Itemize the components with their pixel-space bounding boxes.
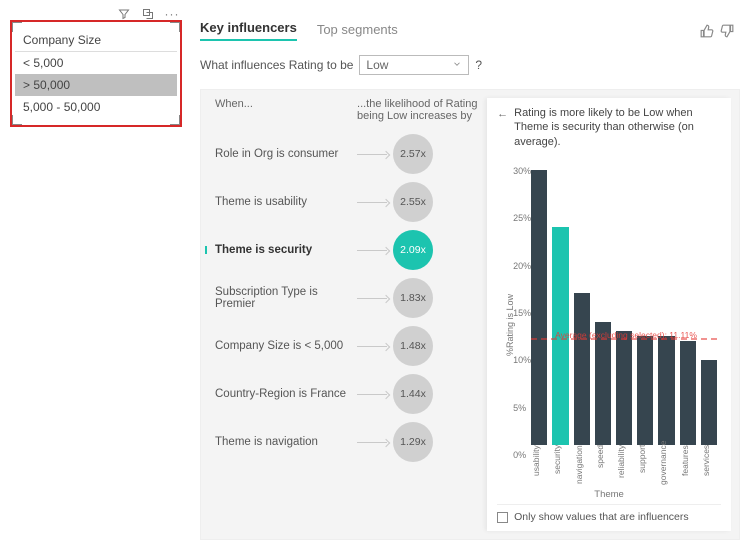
influencer-row[interactable]: Theme is security 2.09x (209, 226, 483, 274)
feedback-controls (700, 24, 734, 41)
bar[interactable] (637, 336, 653, 445)
bar[interactable] (701, 360, 717, 445)
connector-line (357, 202, 387, 203)
question-suffix: ? (475, 58, 482, 72)
y-tick: 30% (513, 166, 531, 176)
column-headers: When... ...the likelihood of Rating bein… (209, 98, 483, 122)
key-influencers-visual: Key influencers Top segments What influen… (200, 20, 740, 540)
influencer-label: Subscription Type is Premier (209, 286, 357, 310)
x-tick: speed (595, 445, 611, 487)
more-options-icon[interactable]: ··· (165, 7, 179, 21)
slicer-item[interactable]: 5,000 - 50,000 (15, 96, 177, 118)
bar[interactable] (616, 331, 632, 445)
influence-bubble: 2.57x (393, 134, 433, 174)
connector-line (357, 346, 387, 347)
influence-bubble: 1.48x (393, 326, 433, 366)
dropdown-value: Low (366, 58, 388, 72)
chevron-down-icon (452, 58, 462, 72)
target-value-dropdown[interactable]: Low (359, 55, 469, 75)
back-arrow-icon[interactable]: ← (497, 106, 508, 149)
only-show-label: Only show values that are influencers (514, 511, 689, 523)
connector-line (357, 442, 387, 443)
visual-toolbar: ··· (117, 7, 179, 21)
x-tick: security (552, 445, 568, 487)
y-tick: 15% (513, 308, 531, 318)
bar[interactable] (680, 341, 696, 445)
slicer-item[interactable]: > 50,000 (15, 74, 177, 96)
connector-line (357, 154, 387, 155)
influencer-row[interactable]: Country-Region is France 1.44x (209, 370, 483, 418)
bar[interactable] (574, 293, 590, 445)
slicer-title: Company Size (15, 29, 177, 52)
influence-bubble: 2.55x (393, 182, 433, 222)
x-tick: support (637, 445, 653, 487)
influence-bubble: 1.44x (393, 374, 433, 414)
influencer-row[interactable]: Role in Org is consumer 2.57x (209, 130, 483, 178)
x-axis-ticks: usability security navigation speed reliabil… (531, 445, 717, 487)
influence-bubble: 2.09x (393, 230, 433, 270)
connector-line (357, 250, 387, 251)
slicer-body: ··· Company Size < 5,000> 50,0005,000 - … (14, 24, 178, 123)
x-tick: services (701, 445, 717, 487)
slicer-item[interactable]: < 5,000 (15, 52, 177, 74)
insight-text: Rating is more likely to be Low when The… (514, 106, 721, 149)
influencer-label: Country-Region is France (209, 388, 357, 400)
influencer-row[interactable]: Subscription Type is Premier 1.83x (209, 274, 483, 322)
y-tick: 0% (513, 450, 526, 460)
influencer-label: Theme is security (209, 244, 357, 256)
x-tick: features (680, 445, 696, 487)
thumbs-down-icon[interactable] (720, 24, 734, 41)
bar[interactable] (531, 170, 547, 445)
average-line: Average (excluding selected): 11.11% (531, 338, 717, 340)
tabs: Key influencers Top segments (200, 20, 740, 41)
x-tick: navigation (574, 445, 590, 487)
influencer-row[interactable]: Theme is navigation 1.29x (209, 418, 483, 466)
influence-bubble: 1.29x (393, 422, 433, 462)
x-axis-label: Theme (497, 489, 721, 500)
influencer-label: Theme is usability (209, 196, 357, 208)
influence-bubble: 1.83x (393, 278, 433, 318)
y-tick: 10% (513, 355, 531, 365)
y-tick: 20% (513, 261, 531, 271)
question-prefix: What influences Rating to be (200, 58, 353, 72)
analysis-question: What influences Rating to be Low ? (200, 55, 740, 75)
influencer-content: When... ...the likelihood of Rating bein… (200, 89, 740, 540)
slicer-company-size: ··· Company Size < 5,000> 50,0005,000 - … (10, 20, 182, 127)
connector-line (357, 394, 387, 395)
checkbox-icon[interactable] (497, 512, 508, 523)
x-tick: usability (531, 445, 547, 487)
influencer-row[interactable]: Company Size is < 5,000 1.48x (209, 322, 483, 370)
influencer-label: Theme is navigation (209, 436, 357, 448)
x-tick: governance (658, 445, 674, 487)
y-axis-label: %Rating is Low (505, 294, 515, 356)
insight-panel: ← Rating is more likely to be Low when T… (487, 98, 731, 531)
focus-mode-icon[interactable] (141, 7, 155, 21)
header-when: When... (209, 98, 357, 122)
influencer-label: Role in Org is consumer (209, 148, 357, 160)
bar[interactable] (658, 336, 674, 445)
bar[interactable] (595, 322, 611, 445)
average-label: Average (excluding selected): 11.11% (555, 330, 697, 340)
y-tick: 25% (513, 213, 531, 223)
x-tick: reliability (616, 445, 632, 487)
thumbs-up-icon[interactable] (700, 24, 714, 41)
insight-chart: %Rating is Low Average (excluding select… (497, 155, 721, 487)
y-tick: 5% (513, 403, 526, 413)
influencer-label: Company Size is < 5,000 (209, 340, 357, 352)
tab-top-segments[interactable]: Top segments (317, 22, 398, 41)
only-show-influencers-toggle[interactable]: Only show values that are influencers (497, 504, 721, 523)
filter-icon[interactable] (117, 7, 131, 21)
influencer-list: When... ...the likelihood of Rating bein… (201, 90, 487, 539)
tab-key-influencers[interactable]: Key influencers (200, 20, 297, 41)
header-effect: ...the likelihood of Rating being Low in… (357, 98, 483, 122)
influencer-row[interactable]: Theme is usability 2.55x (209, 178, 483, 226)
connector-line (357, 298, 387, 299)
